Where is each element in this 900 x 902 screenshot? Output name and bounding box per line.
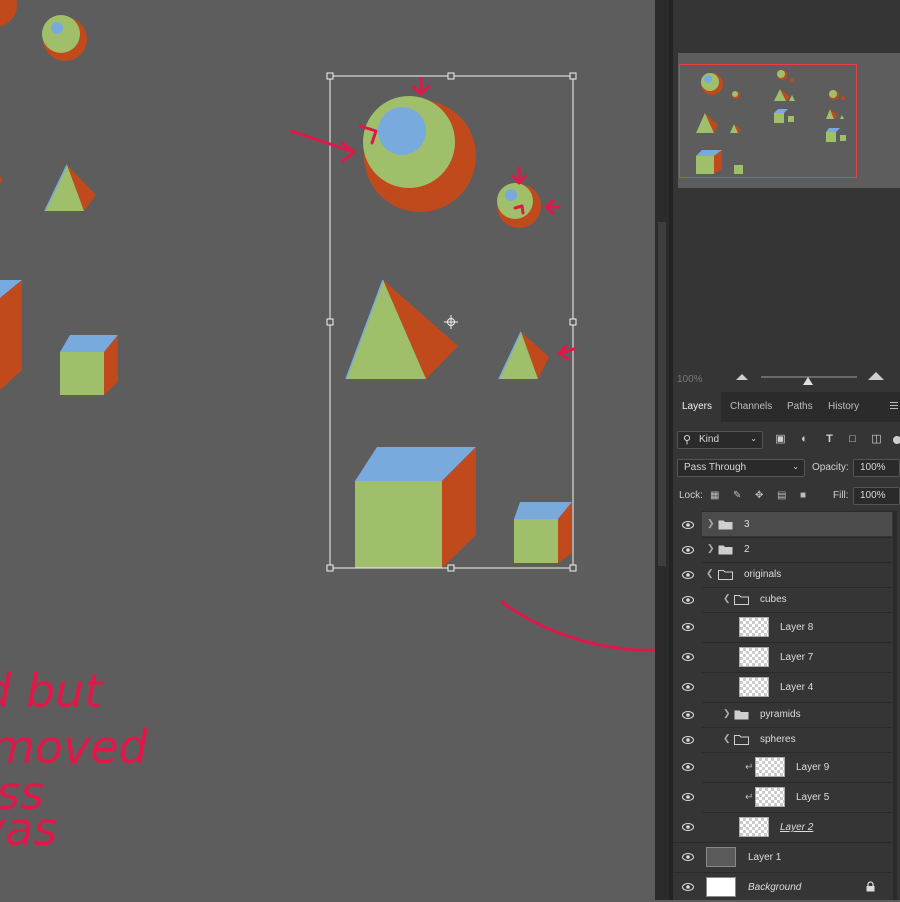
layer-name[interactable]: Background: [748, 882, 801, 893]
eye-icon[interactable]: [682, 853, 694, 861]
lock-icon[interactable]: [866, 881, 875, 892]
folder-open-icon: [734, 735, 749, 745]
transform-handle[interactable]: [326, 564, 334, 572]
clipping-mask-icon: ↵: [745, 792, 754, 803]
layer-name[interactable]: cubes: [760, 594, 787, 605]
zoom-slider-thumb[interactable]: [803, 377, 813, 385]
canvas-scrollbar[interactable]: [655, 0, 669, 900]
zoom-out-icon[interactable]: [736, 374, 748, 380]
chevron-down-icon[interactable]: ❮: [706, 568, 714, 579]
transform-handle[interactable]: [569, 564, 577, 572]
layer-name[interactable]: spheres: [760, 734, 796, 745]
layer-name[interactable]: originals: [744, 569, 781, 580]
eye-icon[interactable]: [682, 596, 694, 604]
layer-thumbnail[interactable]: [755, 787, 785, 807]
navigator-zoom-value[interactable]: 100%: [677, 374, 703, 385]
layer-thumbnail[interactable]: [739, 677, 769, 697]
clipping-mask-icon: ↵: [745, 762, 754, 773]
canvas-artwork: d but moved ss vas: [0, 0, 655, 856]
zoom-in-icon[interactable]: [868, 372, 884, 380]
layer-thumbnail[interactable]: [706, 877, 736, 897]
eye-icon[interactable]: [682, 653, 694, 661]
layer-name[interactable]: Layer 4: [780, 682, 813, 693]
pyramid-small: [498, 331, 549, 380]
transform-handle[interactable]: [326, 318, 334, 326]
transform-handle[interactable]: [569, 72, 577, 80]
folder-open-icon: [718, 570, 733, 580]
navigator-panel: 100%: [673, 0, 900, 392]
handwritten-line: d but: [0, 664, 104, 718]
layer-name[interactable]: 3: [744, 519, 750, 530]
folder-icon: [734, 710, 749, 720]
eye-icon[interactable]: [682, 883, 694, 891]
folder-icon: [718, 545, 733, 555]
chevron-down-icon[interactable]: ❮: [723, 593, 731, 604]
layer-rows: ❯ 3 ❯ 2 ❮ originals ❮ cubes Layer 8 Laye…: [673, 392, 900, 900]
layers-scrollbar[interactable]: [893, 511, 897, 900]
eye-icon[interactable]: [682, 763, 694, 771]
transform-handle[interactable]: [326, 72, 334, 80]
layer-name[interactable]: Layer 5: [796, 792, 829, 803]
layer-name[interactable]: pyramids: [760, 709, 801, 720]
scrollbar-thumb[interactable]: [658, 222, 666, 566]
eye-icon[interactable]: [682, 571, 694, 579]
layer-thumbnail[interactable]: [706, 847, 736, 867]
transform-handle[interactable]: [569, 318, 577, 326]
cube-left: [60, 335, 118, 395]
handwritten-note: d but moved ss vas: [0, 664, 148, 856]
layer-name[interactable]: Layer 7: [780, 652, 813, 663]
layer-thumbnail[interactable]: [739, 617, 769, 637]
folder-open-icon: [734, 595, 749, 605]
cube-small: [514, 502, 572, 563]
layers-panel: Layers Channels Paths History ⚲ Kind ⌄ ▣…: [673, 392, 900, 900]
layer-thumbnail[interactable]: [739, 817, 769, 837]
sphere-small-top: [42, 15, 87, 61]
transform-pivot-icon[interactable]: [444, 315, 458, 329]
layer-name[interactable]: Layer 9: [796, 762, 829, 773]
layer-thumbnail[interactable]: [739, 647, 769, 667]
sphere-large: [363, 96, 476, 212]
chevron-right-icon[interactable]: ❯: [723, 708, 731, 719]
eye-icon[interactable]: [682, 623, 694, 631]
layer-thumbnail[interactable]: [755, 757, 785, 777]
chevron-right-icon[interactable]: ❯: [707, 543, 715, 554]
eye-icon[interactable]: [682, 793, 694, 801]
right-panel-dock: 100% Layers Channels Paths History ⚲ Kin…: [673, 0, 900, 900]
shape-partial: [0, 176, 2, 184]
eye-icon[interactable]: [682, 521, 694, 529]
sphere-partial: [0, 0, 17, 27]
eye-icon[interactable]: [682, 546, 694, 554]
chevron-down-icon[interactable]: ❮: [723, 733, 731, 744]
eye-icon[interactable]: [682, 711, 694, 719]
transform-handle[interactable]: [447, 72, 455, 80]
layer-name[interactable]: Layer 1: [748, 852, 781, 863]
eye-icon[interactable]: [682, 736, 694, 744]
transform-handle[interactable]: [447, 564, 455, 572]
document-canvas[interactable]: d but moved ss vas: [0, 0, 655, 900]
navigator-preview[interactable]: [678, 53, 900, 188]
navigator-view-box[interactable]: [679, 64, 857, 178]
folder-icon: [718, 520, 733, 530]
layer-name[interactable]: Layer 2: [780, 822, 813, 833]
cube-large: [355, 447, 476, 568]
layer-name[interactable]: 2: [744, 544, 750, 555]
handwritten-line: vas: [0, 802, 57, 856]
pyramid-large: [345, 279, 458, 380]
cube-partial-left: [0, 280, 22, 390]
pyramid-left: [44, 164, 96, 212]
layer-name[interactable]: Layer 8: [780, 622, 813, 633]
eye-icon[interactable]: [682, 823, 694, 831]
chevron-right-icon[interactable]: ❯: [707, 518, 715, 529]
eye-icon[interactable]: [682, 683, 694, 691]
